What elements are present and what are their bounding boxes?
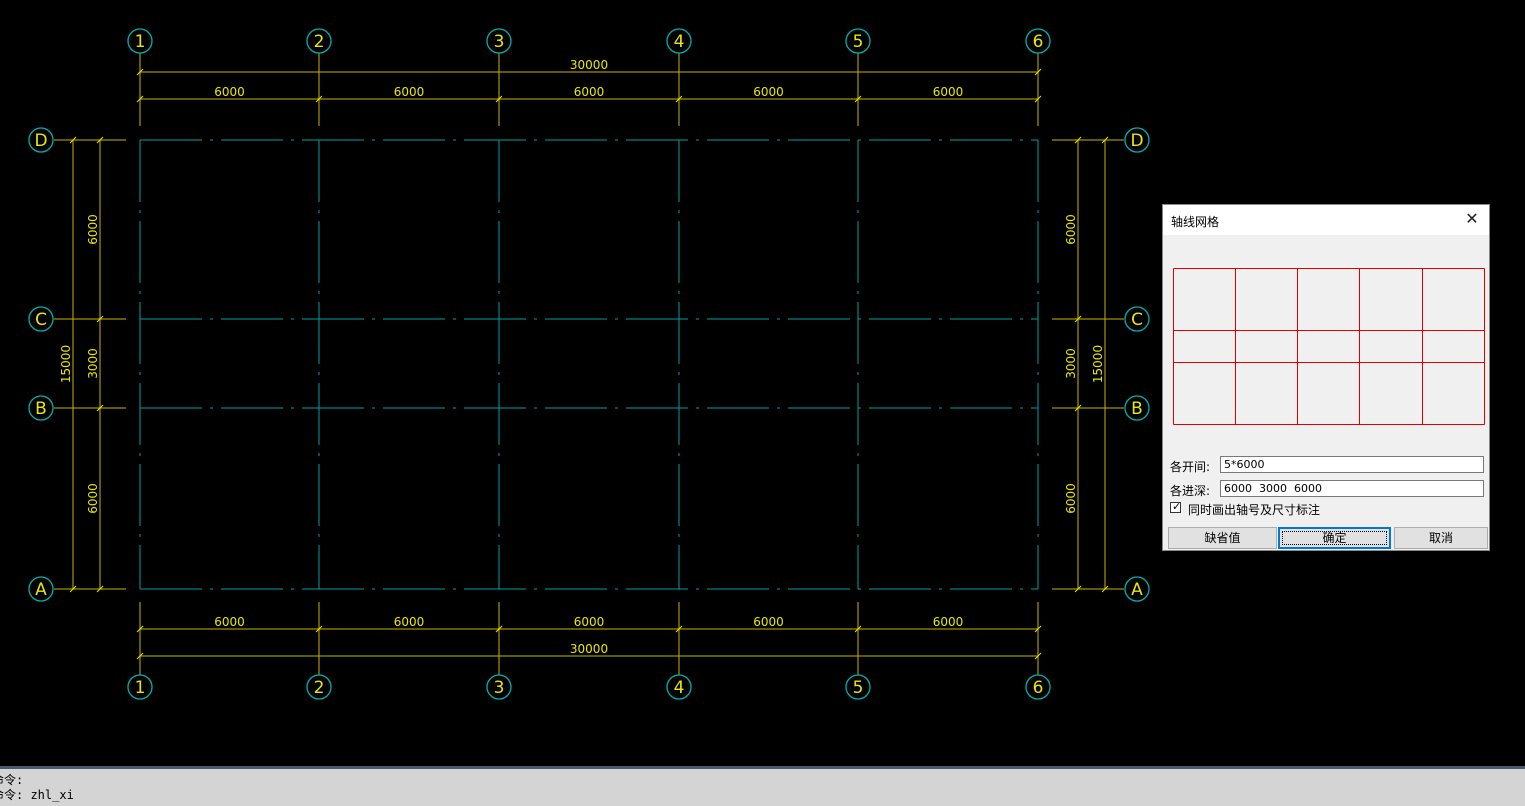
axis-bubble-bottom-4-label: 4: [674, 678, 685, 698]
command-current-line: 命令: zhl_xi: [0, 788, 74, 802]
axis-bubble-right-B-label: B: [1131, 399, 1143, 419]
axis-bubble-bottom-5-label: 5: [853, 678, 864, 698]
right-total-dim-text: 15000: [1091, 345, 1105, 383]
bottom-bay-dim-text-5: 6000: [933, 615, 964, 629]
bottom-total-dim-text: 30000: [570, 642, 608, 656]
axis-bubble-bottom-6-label: 6: [1033, 678, 1044, 698]
left-total-dim-text: 15000: [59, 345, 73, 383]
bottom-bay-dim-text-2: 6000: [394, 615, 425, 629]
axis-bubble-bottom-1-label: 1: [135, 678, 146, 698]
axis-bubble-top-5-label: 5: [853, 32, 864, 52]
cancel-button[interactable]: 取消: [1394, 527, 1488, 549]
bottom-bay-dim-text-4: 6000: [753, 615, 784, 629]
top-bay-dim-text-4: 6000: [753, 85, 784, 99]
axis-grid-dialog: 轴线网格 ✕ 各开间: 各进深: ✓ 同时画出轴号及尺寸标注 缺省值 确定 取消: [1162, 204, 1490, 551]
top-bay-dim-text-3: 6000: [574, 85, 605, 99]
depths-label: 各进深:: [1170, 484, 1211, 498]
grid-preview: [1173, 268, 1485, 425]
right-depth-dim-text-3: 6000: [1064, 214, 1078, 245]
command-line-panel[interactable]: 命令: 命令: zhl_xi: [0, 766, 1525, 806]
axis-bubble-bottom-3-label: 3: [494, 678, 505, 698]
right-depth-dim-text-1: 6000: [1064, 483, 1078, 514]
check-icon: ✓: [1172, 500, 1182, 513]
dialog-title: 轴线网格: [1171, 215, 1220, 229]
left-depth-dim-text-1: 6000: [86, 483, 100, 514]
checkbox-box[interactable]: ✓: [1170, 500, 1182, 513]
ok-button[interactable]: 确定: [1278, 527, 1391, 549]
axis-bubble-bottom-2-label: 2: [314, 678, 325, 698]
axis-bubble-right-C-label: C: [1131, 310, 1143, 330]
axis-bubble-left-D-label: D: [34, 131, 47, 151]
right-depth-dim-text-2: 3000: [1064, 348, 1078, 379]
top-bay-dim-text-2: 6000: [394, 85, 425, 99]
left-depth-dim-text-3: 6000: [86, 214, 100, 245]
bottom-bay-dim-text-1: 6000: [214, 615, 245, 629]
axis-bubble-right-D-label: D: [1130, 131, 1143, 151]
axis-bubble-left-C-label: C: [35, 310, 47, 330]
top-total-dim-text: 30000: [570, 58, 608, 72]
command-history-line: 命令:: [0, 773, 24, 787]
axis-bubble-top-6-label: 6: [1033, 32, 1044, 52]
axis-bubble-top-1-label: 1: [135, 32, 146, 52]
axis-bubble-top-2-label: 2: [314, 32, 325, 52]
axis-bubble-top-3-label: 3: [494, 32, 505, 52]
top-bay-dim-text-1: 6000: [214, 85, 245, 99]
depths-input[interactable]: [1220, 480, 1484, 497]
axis-bubble-left-B-label: B: [35, 399, 47, 419]
bays-label: 各开间:: [1170, 460, 1211, 474]
left-depth-dim-text-2: 3000: [86, 348, 100, 379]
top-bay-dim-text-5: 6000: [933, 85, 964, 99]
axis-bubble-left-A-label: A: [35, 580, 47, 600]
checkbox-label: 同时画出轴号及尺寸标注: [1188, 503, 1321, 517]
dialog-titlebar[interactable]: 轴线网格 ✕: [1163, 205, 1489, 235]
close-icon[interactable]: ✕: [1463, 210, 1481, 228]
default-value-button[interactable]: 缺省值: [1168, 527, 1277, 549]
bottom-bay-dim-text-3: 6000: [574, 615, 605, 629]
bays-input[interactable]: [1220, 456, 1484, 473]
axis-bubble-right-A-label: A: [1131, 580, 1143, 600]
axis-bubble-top-4-label: 4: [674, 32, 685, 52]
